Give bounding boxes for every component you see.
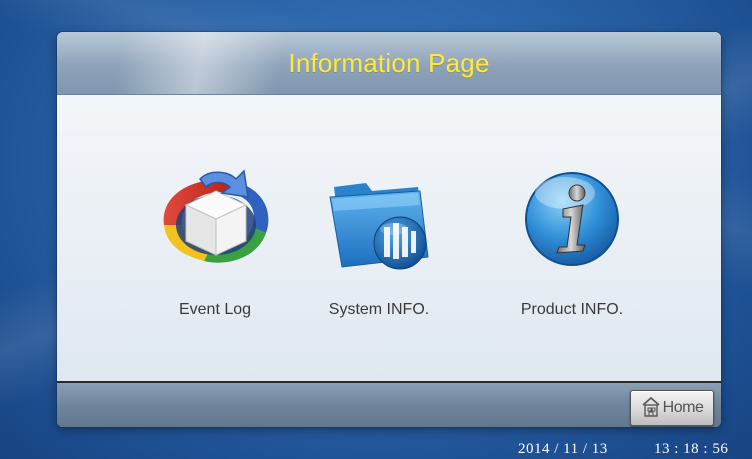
home-label: Home xyxy=(662,399,704,416)
bottom-bar: Home xyxy=(57,381,721,427)
event-log-label: Event Log xyxy=(178,301,252,318)
system-info-button[interactable]: System INFO. xyxy=(304,157,454,319)
system-info-label: System INFO. xyxy=(328,301,430,318)
title-bar: Information Page xyxy=(57,32,721,95)
home-button[interactable]: Home xyxy=(630,390,714,426)
product-info-label: Product INFO. xyxy=(520,301,624,318)
info-sphere-icon xyxy=(497,157,647,277)
house-icon xyxy=(641,395,661,422)
product-info-button[interactable]: Product INFO. xyxy=(497,157,647,319)
status-time: 13 : 18 : 56 xyxy=(654,441,729,457)
event-log-cube-icon xyxy=(140,157,290,277)
system-folder-globe-icon xyxy=(304,157,454,277)
content-area: Event Log System INFO. Product INFO. xyxy=(57,95,721,381)
status-date: 2014 / 11 / 13 xyxy=(518,441,608,457)
event-log-button[interactable]: Event Log xyxy=(140,157,290,319)
information-panel: Information Page Event Log System INFO. … xyxy=(57,32,721,427)
page-title: Information Page xyxy=(288,47,490,78)
